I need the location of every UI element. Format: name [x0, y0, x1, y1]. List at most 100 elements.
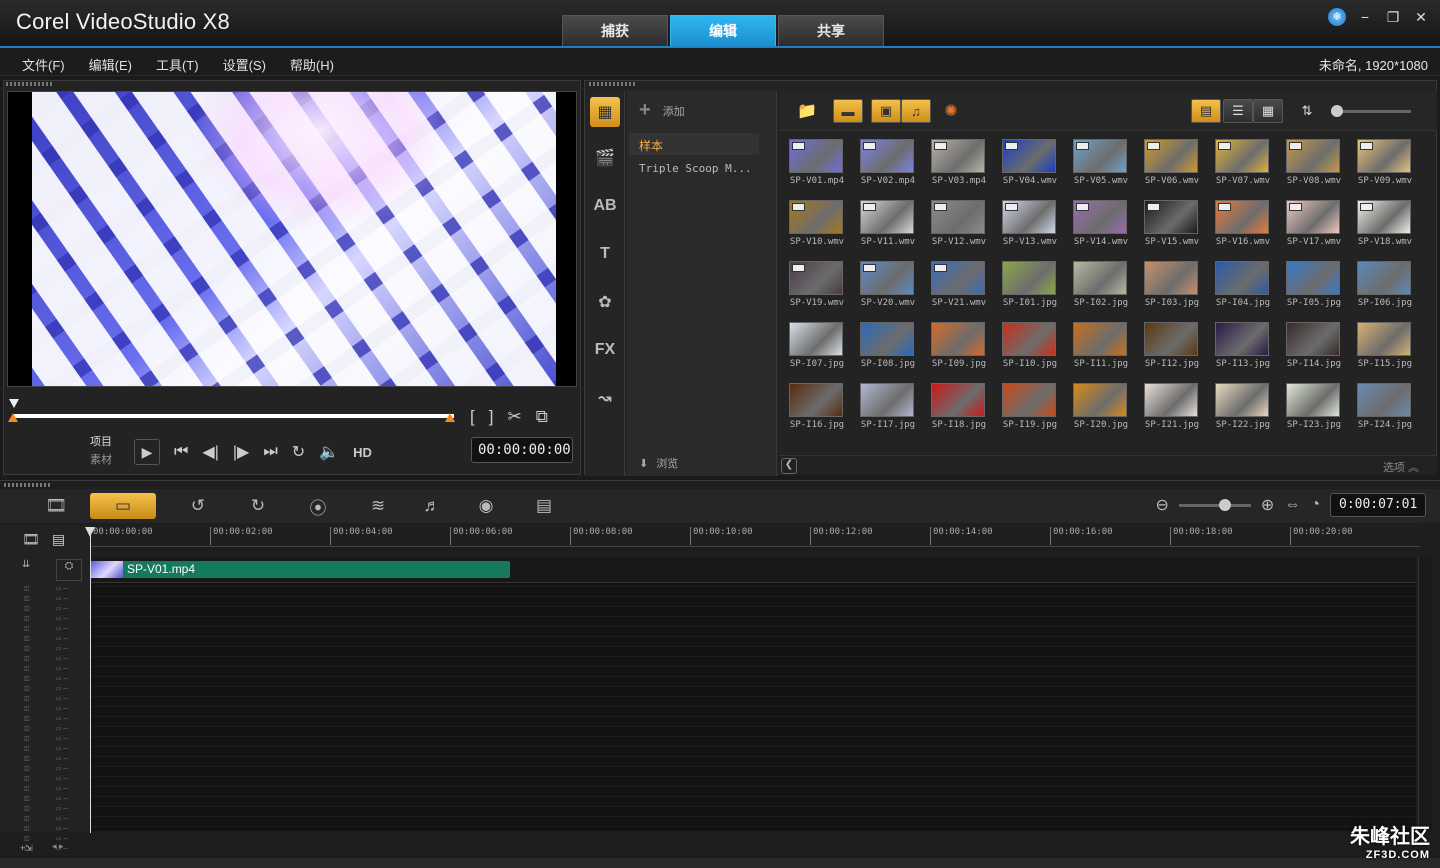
media-thumbnail[interactable]: SP-V17.wmv: [1280, 194, 1348, 252]
overlay-track-icon[interactable]: ▭ ─: [56, 585, 84, 593]
track-visibility-icon[interactable]: ◫: [24, 585, 34, 593]
browse-button[interactable]: ⬇ 浏览: [639, 455, 678, 471]
repeat-icon[interactable]: ↻: [292, 442, 305, 462]
next-frame-icon[interactable]: |▶: [233, 442, 249, 462]
overlay-track-icon[interactable]: ▭ ─: [56, 745, 84, 753]
scroll-left-icon[interactable]: ❮: [781, 458, 797, 474]
timeline-scrollbar[interactable]: [1418, 557, 1432, 831]
sort-icon[interactable]: ⇅: [1295, 99, 1319, 123]
media-thumbnail[interactable]: SP-V02.mp4: [854, 133, 922, 191]
overlay-track-icon[interactable]: ▭ ─: [56, 735, 84, 743]
track-visibility-icon[interactable]: ◫: [24, 755, 34, 763]
overlay-track-icon[interactable]: ▭ ─: [56, 685, 84, 693]
panel-grip[interactable]: [589, 82, 635, 86]
overlay-track-icon[interactable]: ▭ ─: [56, 635, 84, 643]
track-visibility-icon[interactable]: ◫: [24, 625, 34, 633]
chapter-point-icon[interactable]: ▤: [52, 531, 65, 548]
track-visibility-icon[interactable]: ◫: [24, 685, 34, 693]
overlay-track-icon[interactable]: ▭ ─: [56, 595, 84, 603]
track-visibility-icon[interactable]: ◫: [24, 765, 34, 773]
show-audio-button[interactable]: ♫: [901, 99, 931, 123]
duration-icon[interactable]: ◔: [1310, 496, 1320, 514]
media-thumbnail[interactable]: SP-V13.wmv: [996, 194, 1064, 252]
media-thumbnail[interactable]: SP-I02.jpg: [1067, 255, 1135, 313]
overlay-track-icon[interactable]: ▭ ─: [56, 795, 84, 803]
media-thumbnail[interactable]: SP-V21.wmv: [925, 255, 993, 313]
minimize-button[interactable]: −: [1356, 9, 1374, 25]
media-thumbnail[interactable]: SP-I01.jpg: [996, 255, 1064, 313]
media-thumbnail[interactable]: SP-V06.wmv: [1138, 133, 1206, 191]
track-visibility-icon[interactable]: ◫: [24, 785, 34, 793]
split-clip-icon[interactable]: ✂: [507, 407, 521, 427]
hd-preview-button[interactable]: HD: [353, 445, 372, 460]
media-thumbnail[interactable]: SP-I10.jpg: [996, 316, 1064, 374]
close-button[interactable]: ✕: [1412, 9, 1430, 26]
end-icon[interactable]: ⏭: [263, 443, 277, 461]
panel-grip[interactable]: [4, 483, 50, 487]
media-thumbnail[interactable]: SP-V18.wmv: [1351, 194, 1419, 252]
timeline-view-icon[interactable]: ▭: [90, 493, 156, 519]
trim-start-marker[interactable]: [8, 413, 18, 422]
overlay-track-icon[interactable]: ▭ ─: [56, 625, 84, 633]
import-folder-icon[interactable]: 📁: [795, 99, 819, 123]
overlay-track-icon[interactable]: ▭ ─: [56, 815, 84, 823]
path-icon[interactable]: ↝: [590, 383, 620, 413]
overlay-track-icon[interactable]: ▭ ─: [56, 605, 84, 613]
scrub-bar[interactable]: [14, 414, 454, 418]
media-thumbnail[interactable]: SP-I03.jpg: [1138, 255, 1206, 313]
media-thumbnail[interactable]: SP-I23.jpg: [1280, 377, 1348, 435]
track-visibility-icon[interactable]: ◫: [24, 735, 34, 743]
media-thumbnail[interactable]: SP-I06.jpg: [1351, 255, 1419, 313]
track-visibility-icon[interactable]: ◫: [24, 835, 34, 843]
overlay-track-icon[interactable]: ▭ ─: [56, 645, 84, 653]
subtitle-editor-icon[interactable]: ▤: [524, 493, 564, 519]
track-visibility-icon[interactable]: ◫: [24, 675, 34, 683]
options-button[interactable]: 选项 ︽: [1383, 459, 1419, 475]
track-visibility-icon[interactable]: ◫: [24, 815, 34, 823]
media-thumbnail[interactable]: SP-I04.jpg: [1209, 255, 1277, 313]
menu-help[interactable]: 帮助(H): [290, 55, 334, 74]
overlay-track-icon[interactable]: ▭ ─: [56, 665, 84, 673]
slider-knob[interactable]: [1331, 105, 1343, 117]
track-visibility-icon[interactable]: ◫: [24, 635, 34, 643]
overlay-track-icon[interactable]: ▭ ─: [56, 755, 84, 763]
media-thumbnail[interactable]: SP-V16.wmv: [1209, 194, 1277, 252]
enlarge-preview-icon[interactable]: ⧉: [536, 407, 548, 427]
media-thumbnail[interactable]: SP-I11.jpg: [1067, 316, 1135, 374]
previous-frame-icon[interactable]: ◀|: [202, 442, 218, 462]
redo-icon[interactable]: ↻: [238, 493, 278, 519]
thumbnail-view-button[interactable]: ▦: [1253, 99, 1283, 123]
volume-icon[interactable]: 🔈: [319, 442, 339, 462]
time-ruler[interactable]: 00:00:00:00 00:00:02:00 00:00:04:00 00:00:0…: [90, 525, 1420, 547]
overlay-track-icon[interactable]: ▭ ─: [56, 785, 84, 793]
storyboard-view-icon[interactable]: 🎞: [36, 493, 76, 519]
track-visibility-icon[interactable]: ◫: [24, 615, 34, 623]
media-thumbnail[interactable]: SP-I24.jpg: [1351, 377, 1419, 435]
media-thumbnail[interactable]: SP-V09.wmv: [1351, 133, 1419, 191]
media-thumbnail[interactable]: SP-V05.wmv: [1067, 133, 1135, 191]
track-visibility-icon[interactable]: ◫: [24, 645, 34, 653]
track-visibility-icon[interactable]: ◫: [24, 695, 34, 703]
menu-file[interactable]: 文件(F): [22, 55, 65, 74]
media-thumbnail[interactable]: SP-I18.jpg: [925, 377, 993, 435]
media-thumbnail[interactable]: SP-I05.jpg: [1280, 255, 1348, 313]
mark-out-icon[interactable]: ]: [489, 407, 494, 427]
menu-edit[interactable]: 编辑(E): [89, 55, 132, 74]
menu-settings[interactable]: 设置(S): [223, 55, 266, 74]
track-visibility-icon[interactable]: ◫: [24, 825, 34, 833]
media-category-icon[interactable]: ▦: [590, 97, 620, 127]
media-thumbnail[interactable]: SP-I19.jpg: [996, 377, 1064, 435]
track-visibility-icon[interactable]: ◫: [24, 795, 34, 803]
track-visibility-icon[interactable]: ◫: [24, 595, 34, 603]
trim-end-marker[interactable]: [445, 413, 455, 422]
media-thumbnail[interactable]: SP-V04.wmv: [996, 133, 1064, 191]
media-thumbnail[interactable]: SP-I13.jpg: [1209, 316, 1277, 374]
zoom-knob[interactable]: [1218, 498, 1231, 511]
list-view-large-button[interactable]: ▤: [1191, 99, 1221, 123]
graphic-icon[interactable]: ✿: [590, 287, 620, 317]
media-thumbnail[interactable]: SP-V20.wmv: [854, 255, 922, 313]
show-photo-button[interactable]: ▣: [871, 99, 901, 123]
media-thumbnail[interactable]: SP-V12.wmv: [925, 194, 993, 252]
overlay-track-icon[interactable]: ▭ ─: [56, 675, 84, 683]
panel-grip[interactable]: [6, 82, 52, 86]
